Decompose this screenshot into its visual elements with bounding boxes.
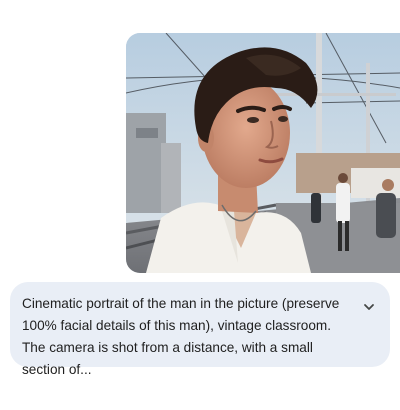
expand-prompt-button[interactable] bbox=[358, 296, 380, 318]
chevron-down-icon bbox=[364, 304, 374, 310]
chat-screen: Cinematic portrait of the man in the pic… bbox=[0, 0, 400, 410]
prompt-text: Cinematic portrait of the man in the pic… bbox=[22, 296, 340, 377]
uploaded-photo[interactable] bbox=[126, 33, 400, 273]
photo-illustration bbox=[126, 33, 400, 273]
user-prompt-bubble[interactable]: Cinematic portrait of the man in the pic… bbox=[10, 282, 390, 377]
